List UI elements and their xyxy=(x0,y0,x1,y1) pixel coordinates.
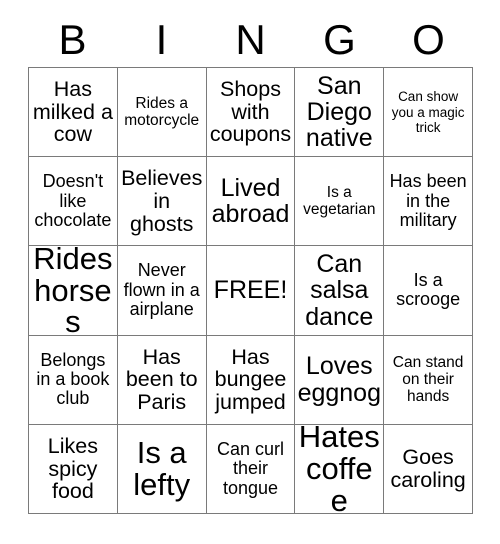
bingo-cell-label: Lived abroad xyxy=(211,174,290,229)
bingo-cell-r4c5[interactable]: Can stand on their hands xyxy=(384,335,473,425)
bingo-cell-label: Is a vegetarian xyxy=(303,184,376,219)
bingo-header-letter-o: O xyxy=(412,16,445,63)
bingo-cell-r3c2[interactable]: Never flown in a airplane xyxy=(117,246,207,336)
bingo-free-space-label: FREE! xyxy=(213,275,288,304)
bingo-grid: Has milked a cow Rides a motorcycle Shop… xyxy=(28,67,473,514)
bingo-cell-label: Goes caroling xyxy=(390,445,466,492)
bingo-cell-r4c2[interactable]: Has been to Paris xyxy=(117,335,207,425)
bingo-cell-r3c1[interactable]: Rides horses xyxy=(29,246,118,336)
bingo-cell-r1c1[interactable]: Has milked a cow xyxy=(29,68,118,158)
bingo-cell-label: Has bungee jumped xyxy=(214,344,287,415)
bingo-header-letter-b: B xyxy=(58,16,87,63)
bingo-cell-label: Has been in the military xyxy=(389,171,467,230)
bingo-cell-r3c5[interactable]: Is a scrooge xyxy=(384,246,473,336)
bingo-cell-free-space[interactable]: FREE! xyxy=(206,246,296,336)
bingo-header-letter-i: I xyxy=(155,16,168,63)
bingo-cell-label: Can stand on their hands xyxy=(392,354,464,406)
bingo-cell-r2c4[interactable]: Is a vegetarian xyxy=(295,157,385,247)
bingo-cell-label: Doesn't like chocolate xyxy=(34,171,112,230)
bingo-cell-r1c3[interactable]: Shops with coupons xyxy=(206,68,296,158)
bingo-cell-label: San Diego native xyxy=(305,71,373,153)
bingo-cell-label: Rides a motorcycle xyxy=(124,95,200,130)
bingo-cell-label: Rides horses xyxy=(33,246,113,336)
bingo-cell-label: Is a lefty xyxy=(133,434,191,502)
bingo-cell-r2c5[interactable]: Has been in the military xyxy=(384,157,473,247)
bingo-cell-label: Believes in ghosts xyxy=(121,166,203,236)
bingo-cell-r4c4[interactable]: Loves eggnog xyxy=(295,335,385,425)
bingo-cell-r5c4[interactable]: Hates coffee xyxy=(295,424,385,514)
bingo-header-letter-n: N xyxy=(235,16,266,63)
bingo-cell-r1c4[interactable]: San Diego native xyxy=(295,68,385,158)
bingo-cell-r4c3[interactable]: Has bungee jumped xyxy=(206,335,296,425)
bingo-cell-r2c2[interactable]: Believes in ghosts xyxy=(117,157,207,247)
bingo-cell-label: Has been to Paris xyxy=(125,344,198,415)
bingo-cell-label: Can salsa dance xyxy=(305,250,374,331)
bingo-cell-r4c1[interactable]: Belongs in a book club xyxy=(29,335,118,425)
bingo-cell-r5c2[interactable]: Is a lefty xyxy=(117,424,207,514)
bingo-cell-label: Shops with coupons xyxy=(209,76,292,147)
bingo-header-row: B I N G O xyxy=(28,14,473,66)
bingo-cell-label: Loves eggnog xyxy=(297,352,381,407)
bingo-cell-r5c1[interactable]: Likes spicy food xyxy=(29,424,118,514)
bingo-cell-label: Has milked a cow xyxy=(32,76,113,147)
bingo-cell-r3c4[interactable]: Can salsa dance xyxy=(295,246,385,336)
bingo-cell-r2c3[interactable]: Lived abroad xyxy=(206,157,296,247)
bingo-cell-label: Hates coffee xyxy=(298,424,380,514)
bingo-cell-r1c2[interactable]: Rides a motorcycle xyxy=(117,68,207,158)
bingo-card: B I N G O Has milked a cow Rides a motor… xyxy=(0,0,500,544)
bingo-cell-label: Belongs in a book club xyxy=(36,349,110,409)
bingo-cell-label: Can curl their tongue xyxy=(216,438,284,498)
bingo-cell-label: Can show you a magic trick xyxy=(391,89,465,135)
bingo-header-letter-g: G xyxy=(323,16,356,63)
bingo-cell-label: Never flown in a airplane xyxy=(123,260,200,320)
bingo-cell-r5c3[interactable]: Can curl their tongue xyxy=(206,424,296,514)
bingo-cell-label: Is a scrooge xyxy=(396,270,461,310)
bingo-cell-r2c1[interactable]: Doesn't like chocolate xyxy=(29,157,118,247)
bingo-cell-r1c5[interactable]: Can show you a magic trick xyxy=(384,68,473,158)
bingo-cell-label: Likes spicy food xyxy=(47,433,98,504)
bingo-cell-r5c5[interactable]: Goes caroling xyxy=(384,424,473,514)
